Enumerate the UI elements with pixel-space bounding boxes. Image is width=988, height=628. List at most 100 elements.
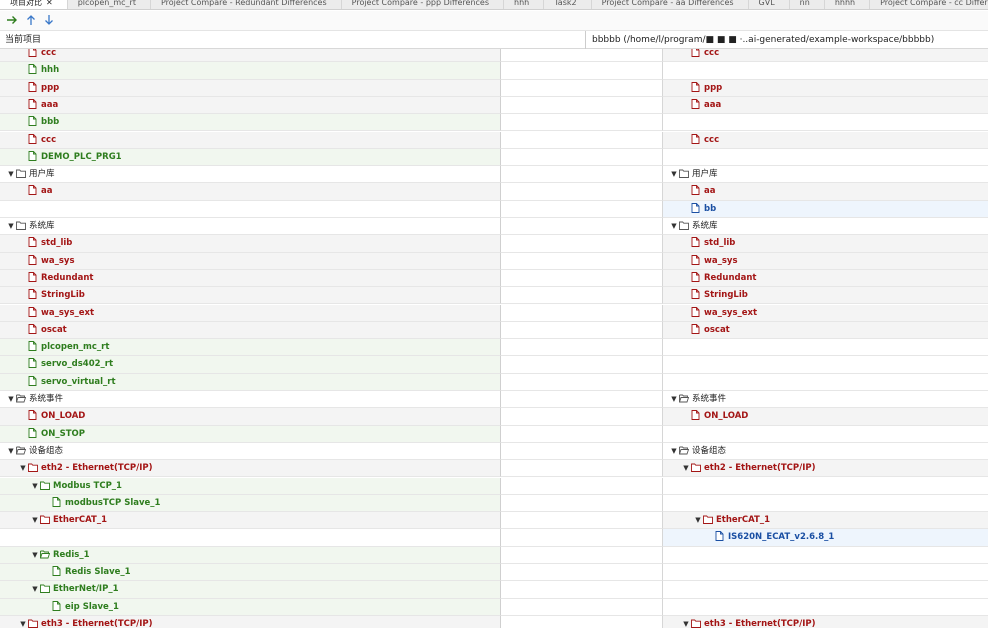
tree-node-label: ON_LOAD <box>41 411 86 422</box>
table-row: ▼ 系统事件 ▼ 系统事件 <box>0 391 988 409</box>
tree-node-label: 系统事件 <box>29 394 64 404</box>
tab-2[interactable]: Project Compare - Redundant Differences <box>151 0 342 9</box>
file-icon <box>28 271 37 282</box>
tree-node[interactable]: ▼ Modbus TCP_1 <box>30 478 122 495</box>
expand-toggle-icon[interactable]: ▼ <box>6 391 16 408</box>
tree-node[interactable]: ▼ EtherCAT_1 <box>30 512 107 529</box>
left-tree-cell <box>0 49 500 63</box>
tab-8[interactable]: nn <box>790 0 825 9</box>
tree-node[interactable]: ▼ 系统事件 <box>669 391 726 408</box>
folder-icon <box>691 618 701 628</box>
tab-4[interactable]: hhh <box>504 0 545 9</box>
tree-node[interactable]: ▼ EtherCAT_1 <box>693 512 770 529</box>
tree-node[interactable]: std_lib <box>681 235 735 252</box>
tree-node[interactable]: modbusTCP Slave_1 <box>42 495 160 512</box>
expand-toggle-icon[interactable]: ▼ <box>30 547 40 564</box>
tree-node[interactable]: wa_sys <box>681 253 738 270</box>
expand-toggle-icon[interactable]: ▼ <box>669 443 679 460</box>
tree-node[interactable]: ccc <box>18 132 56 149</box>
expand-toggle-icon[interactable]: ▼ <box>669 218 679 235</box>
expand-toggle-icon[interactable]: ▼ <box>30 478 40 495</box>
tree-node[interactable]: wa_sys_ext <box>681 305 757 322</box>
tree-node[interactable]: ppp <box>681 80 722 97</box>
tree-node[interactable]: ▼ 用户库 <box>669 166 717 183</box>
tree-node[interactable]: ▼ eth2 - Ethernet(TCP/IP) <box>18 460 152 477</box>
tree-node[interactable]: ccc <box>681 132 719 149</box>
expand-toggle-icon[interactable]: ▼ <box>30 512 40 529</box>
tree-node[interactable]: Redundant <box>18 270 93 287</box>
tab-5[interactable]: Task2 <box>544 0 592 9</box>
tab-1[interactable]: plcopen_mc_rt <box>68 0 151 9</box>
tree-node[interactable]: ccc <box>18 49 56 62</box>
tab-7[interactable]: GVL <box>749 0 790 9</box>
tree-node[interactable]: Redis Slave_1 <box>42 564 131 581</box>
expand-toggle-icon[interactable]: ▼ <box>6 166 16 183</box>
tree-node[interactable]: servo_ds402_rt <box>18 356 113 373</box>
tree-node[interactable]: servo_virtual_rt <box>18 374 116 391</box>
tree-node[interactable]: aaa <box>681 97 721 114</box>
tree-node[interactable]: ▼ 系统库 <box>669 218 717 235</box>
tree-node[interactable]: plcopen_mc_rt <box>18 339 109 356</box>
expand-toggle-icon[interactable]: ▼ <box>6 443 16 460</box>
tree-node[interactable]: ▼ eth3 - Ethernet(TCP/IP) <box>681 616 815 628</box>
previous-difference-button[interactable] <box>24 14 38 28</box>
tree-node[interactable]: wa_sys_ext <box>18 305 94 322</box>
tree-node[interactable]: aa <box>681 183 715 200</box>
left-tree-cell <box>0 252 500 270</box>
expand-toggle-icon[interactable]: ▼ <box>18 616 28 628</box>
tree-node[interactable]: ccc <box>681 49 719 62</box>
tree-node[interactable]: ON_LOAD <box>681 408 748 425</box>
tree-node[interactable]: ppp <box>18 80 59 97</box>
tree-node[interactable]: ▼ eth3 - Ethernet(TCP/IP) <box>18 616 152 628</box>
tree-node[interactable]: ON_LOAD <box>18 408 85 425</box>
tree-node[interactable]: ▼ eth2 - Ethernet(TCP/IP) <box>681 460 815 477</box>
tree-node[interactable]: ▼ 系统事件 <box>6 391 63 408</box>
expand-toggle-icon[interactable]: ▼ <box>18 460 28 477</box>
next-difference-down-button[interactable] <box>42 14 56 28</box>
file-icon <box>691 49 700 57</box>
tree-node[interactable]: std_lib <box>18 235 72 252</box>
tree-node[interactable]: ▼ EtherNet/IP_1 <box>30 581 118 598</box>
expand-toggle-icon[interactable]: ▼ <box>693 512 703 529</box>
tree-node[interactable]: aa <box>18 183 52 200</box>
tree-node[interactable]: ▼ 设备组态 <box>669 443 726 460</box>
expand-toggle-icon[interactable]: ▼ <box>681 616 691 628</box>
expand-toggle-icon[interactable]: ▼ <box>681 460 691 477</box>
folder-icon <box>40 583 50 594</box>
tree-node[interactable]: wa_sys <box>18 253 75 270</box>
tree-node[interactable]: Redundant <box>681 270 756 287</box>
tree-node[interactable]: ▼ 用户库 <box>6 166 54 183</box>
tree-node[interactable]: IS620N_ECAT_v2.6.8_1 <box>705 529 834 546</box>
expand-toggle-icon[interactable]: ▼ <box>30 581 40 598</box>
expand-toggle-icon[interactable]: ▼ <box>669 391 679 408</box>
tree-node-label: aaa <box>41 99 59 110</box>
tree-node[interactable]: ▼ 设备组态 <box>6 443 63 460</box>
expand-toggle-icon[interactable]: ▼ <box>669 166 679 183</box>
tree-node[interactable]: hhh <box>18 62 59 79</box>
tree-node[interactable]: ▼ 系统库 <box>6 218 54 235</box>
tree-node[interactable]: StringLib <box>18 287 85 304</box>
expand-toggle-icon[interactable]: ▼ <box>6 218 16 235</box>
tab-10[interactable]: Project Compare - cc Differences <box>870 0 988 9</box>
file-icon <box>28 98 37 109</box>
file-icon <box>691 410 700 421</box>
right-tree-cell <box>663 477 988 495</box>
tab-3[interactable]: Project Compare - ppp Differences <box>342 0 505 9</box>
merge-gutter-cell <box>500 391 663 409</box>
tab-6[interactable]: Project Compare - aa Differences <box>592 0 749 9</box>
file-icon <box>28 185 37 196</box>
tree-node[interactable]: StringLib <box>681 287 748 304</box>
tree-node[interactable]: ▼ Redis_1 <box>30 547 89 564</box>
tree-node[interactable]: bbb <box>18 114 59 131</box>
tree-node[interactable]: bb <box>681 201 716 218</box>
close-icon[interactable]: ✕ <box>46 0 53 7</box>
tab-0[interactable]: 项目对比 ✕ <box>0 0 68 9</box>
tree-node[interactable]: oscat <box>18 322 67 339</box>
tree-node[interactable]: aaa <box>18 97 58 114</box>
tree-node[interactable]: eip Slave_1 <box>42 599 119 616</box>
tree-node[interactable]: ON_STOP <box>18 426 85 443</box>
tree-node[interactable]: DEMO_PLC_PRG1 <box>18 149 122 166</box>
next-difference-button[interactable] <box>5 14 19 28</box>
tree-node[interactable]: oscat <box>681 322 730 339</box>
tab-9[interactable]: hhhh <box>825 0 871 9</box>
